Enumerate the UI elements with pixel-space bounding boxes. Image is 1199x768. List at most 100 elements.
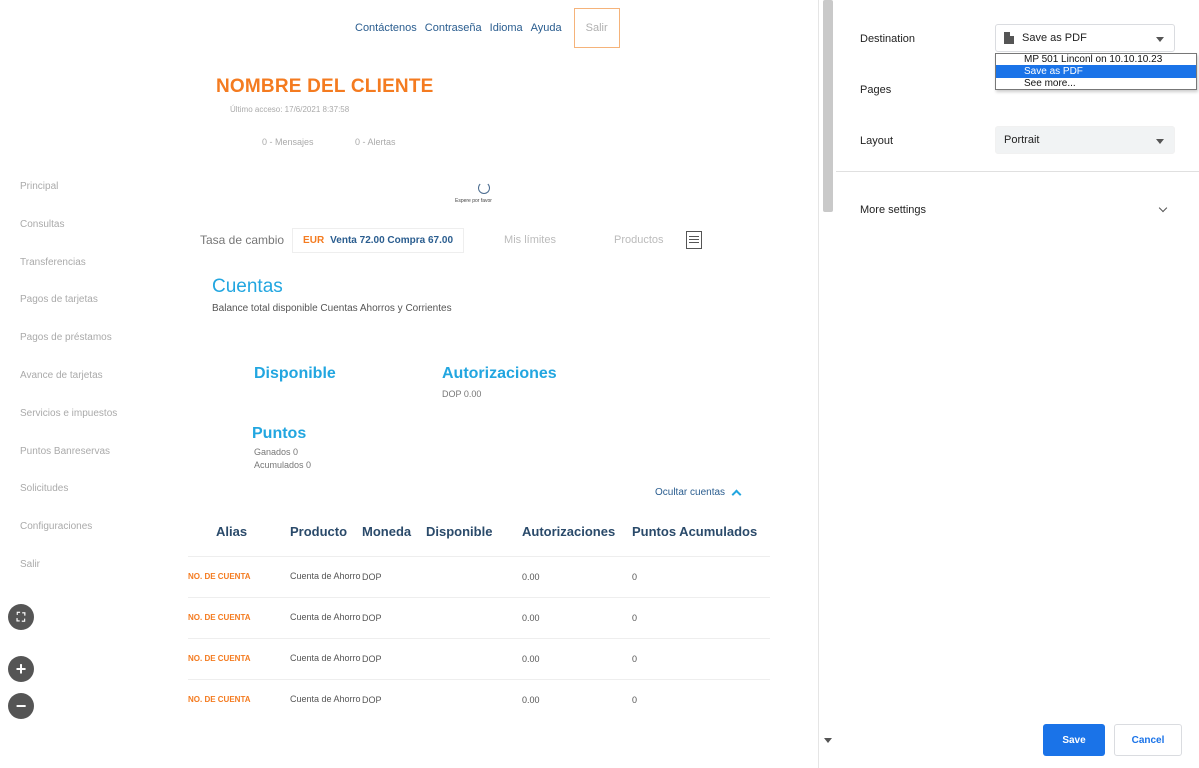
- save-button[interactable]: Save: [1043, 724, 1105, 756]
- chevron-up-icon: [731, 489, 742, 500]
- sidebar-item[interactable]: Puntos Banreservas: [20, 445, 117, 483]
- document-icon: [1004, 32, 1014, 44]
- currency-cell: DOP: [362, 637, 426, 679]
- column-header: Producto: [290, 524, 348, 540]
- currency-cell: DOP: [362, 596, 426, 638]
- preview-scrollbar[interactable]: [818, 0, 836, 768]
- table-header-row: Alias Producto Moneda Disponible Autoriz…: [188, 508, 770, 556]
- section-divider: [836, 171, 1199, 172]
- document-icon[interactable]: [685, 231, 702, 249]
- exchange-values: Venta 72.00 Compra 67.00: [330, 234, 454, 246]
- accounts-table: Alias Producto Moneda Disponible Autoriz…: [188, 508, 770, 720]
- currency-cell: DOP: [362, 678, 426, 720]
- last-access: Último acceso: 17/6/2021 8:37:58: [230, 105, 350, 114]
- authorizations-cell: 0.00: [522, 678, 632, 720]
- authorizations-cell: 0.00: [522, 596, 632, 638]
- available-cell: [426, 678, 522, 720]
- product-cell: Cuenta de Ahorro: [290, 678, 362, 720]
- column-header: Puntos Acumulados: [632, 524, 758, 540]
- destination-dropdown-list: MP 501 Linconl on 10.10.10.23 Save as PD…: [995, 53, 1197, 90]
- zoom-in-icon[interactable]: +: [8, 656, 34, 682]
- points-cell: 0: [632, 637, 770, 679]
- account-number[interactable]: NO. DE CUENTA: [188, 555, 290, 597]
- scrollbar-thumb[interactable]: [823, 0, 833, 212]
- product-cell: Cuenta de Ahorro: [290, 596, 362, 638]
- destination-label: Destination: [860, 33, 916, 45]
- zoom-out-icon[interactable]: −: [8, 693, 34, 719]
- my-limits-link[interactable]: Mis límites: [504, 234, 556, 246]
- currency-cell: DOP: [362, 555, 426, 597]
- column-header: Disponible: [426, 524, 493, 540]
- table-row[interactable]: NO. DE CUENTA Cuenta de Ahorro DOP 0.00 …: [188, 637, 770, 679]
- destination-option[interactable]: See more...: [996, 78, 1196, 89]
- product-cell: Cuenta de Ahorro: [290, 555, 362, 597]
- column-header: Moneda: [362, 524, 412, 540]
- table-row[interactable]: NO. DE CUENTA Cuenta de Ahorro DOP 0.00 …: [188, 596, 770, 638]
- points-heading: Puntos: [252, 425, 307, 442]
- caret-down-icon: [1156, 37, 1164, 42]
- loading-spinner-icon: [478, 182, 490, 194]
- available-cell: [426, 596, 522, 638]
- available-cell: [426, 637, 522, 679]
- print-dialog: Destination Save as PDF Pages Layout Por…: [836, 0, 1199, 768]
- column-header: Alias: [216, 524, 248, 540]
- points-accumulated: Acumulados 0: [254, 460, 312, 470]
- authorizations-cell: 0.00: [522, 555, 632, 597]
- available-heading: Disponible: [254, 365, 336, 382]
- print-preview: Contáctenos Contraseña Idioma Ayuda Sali…: [0, 0, 818, 768]
- fit-to-page-icon[interactable]: ⛶: [8, 604, 34, 630]
- logout-link[interactable]: Salir: [573, 8, 620, 48]
- account-number[interactable]: NO. DE CUENTA: [188, 678, 290, 720]
- sidebar-item[interactable]: Pagos de tarjetas: [20, 293, 117, 331]
- sidebar-item[interactable]: Principal: [20, 180, 117, 218]
- exchange-rate-box: EUR Venta 72.00 Compra 67.00: [292, 227, 465, 253]
- points-cell: 0: [632, 596, 770, 638]
- sidebar-item[interactable]: Salir: [20, 558, 117, 596]
- exchange-currency: EUR: [303, 234, 325, 246]
- sidebar-item[interactable]: Transferencias: [20, 256, 117, 294]
- column-header: Autorizaciones: [522, 524, 616, 540]
- table-row[interactable]: NO. DE CUENTA Cuenta de Ahorro DOP 0.00 …: [188, 555, 770, 597]
- hide-accounts-toggle[interactable]: Ocultar cuentas: [655, 487, 742, 500]
- more-settings-toggle[interactable]: More settings: [860, 204, 926, 216]
- authorizations-value: DOP 0.00: [442, 389, 482, 399]
- chevron-down-icon[interactable]: [1158, 203, 1168, 213]
- sidebar-item[interactable]: Configuraciones: [20, 520, 117, 558]
- sidebar-item[interactable]: Solicitudes: [20, 482, 117, 520]
- loading-text: Espere por favor: [455, 198, 492, 204]
- messages-count[interactable]: 0 - Mensajes: [262, 137, 314, 147]
- help-link[interactable]: Ayuda: [531, 22, 562, 34]
- layout-value: Portrait: [1004, 134, 1040, 146]
- caret-down-icon: [1156, 139, 1164, 144]
- authorizations-heading: Autorizaciones: [442, 365, 557, 382]
- destination-value: Save as PDF: [1022, 32, 1087, 44]
- alerts-count[interactable]: 0 - Alertas: [355, 137, 396, 147]
- product-cell: Cuenta de Ahorro: [290, 637, 362, 679]
- layout-select[interactable]: Portrait: [995, 126, 1175, 154]
- available-cell: [426, 555, 522, 597]
- points-cell: 0: [632, 678, 770, 720]
- sidebar-item[interactable]: Pagos de préstamos: [20, 331, 117, 369]
- sidebar-item[interactable]: Servicios e impuestos: [20, 407, 117, 445]
- accounts-title: Cuentas: [212, 276, 283, 297]
- password-link[interactable]: Contraseña: [425, 22, 482, 34]
- contact-link[interactable]: Contáctenos: [355, 22, 417, 34]
- cancel-button[interactable]: Cancel: [1114, 724, 1182, 756]
- exchange-rate-bar: Tasa de cambio EUR Venta 72.00 Compra 67.…: [200, 222, 788, 258]
- sidebar-item[interactable]: Avance de tarjetas: [20, 369, 117, 407]
- hide-accounts-label: Ocultar cuentas: [655, 487, 726, 498]
- scroll-down-arrow-icon[interactable]: [824, 738, 832, 743]
- sidebar-item[interactable]: Consultas: [20, 218, 117, 256]
- language-link[interactable]: Idioma: [490, 22, 523, 34]
- client-name: NOMBRE DEL CLIENTE: [216, 76, 434, 97]
- accounts-subtitle: Balance total disponible Cuentas Ahorros…: [212, 303, 452, 314]
- destination-select[interactable]: Save as PDF: [995, 24, 1175, 52]
- table-row[interactable]: NO. DE CUENTA Cuenta de Ahorro DOP 0.00 …: [188, 678, 770, 720]
- pages-label: Pages: [860, 84, 892, 96]
- account-number[interactable]: NO. DE CUENTA: [188, 637, 290, 679]
- destination-option-selected[interactable]: Save as PDF: [996, 65, 1196, 78]
- account-number[interactable]: NO. DE CUENTA: [188, 596, 290, 638]
- points-cell: 0: [632, 555, 770, 597]
- products-link[interactable]: Productos: [614, 234, 664, 246]
- destination-option[interactable]: MP 501 Linconl on 10.10.10.23: [996, 54, 1196, 65]
